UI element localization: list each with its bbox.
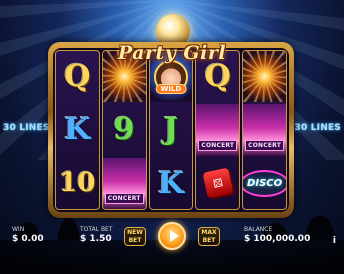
paylines-label-left: 30 LINES xyxy=(3,123,50,133)
concert-label: CONCERT xyxy=(104,192,144,204)
symbol-starburst xyxy=(243,51,286,103)
symbol-dice: ⚄ xyxy=(196,158,239,209)
balance-value: $ 100,000.00 xyxy=(244,234,311,244)
new-bet-button[interactable]: NEW BET xyxy=(124,227,146,246)
reel-1: Q K 10 xyxy=(55,50,100,210)
total-bet-value: $ 1.50 xyxy=(80,234,112,244)
balance-label: BALANCE xyxy=(244,226,273,233)
balance-display: BALANCE $ 100,000.00 xyxy=(244,226,310,244)
reel-grid: Q K 10 9 CONCERT WILD J K Q CONCERT ⚄ CO… xyxy=(53,48,289,212)
info-icon[interactable]: i xyxy=(333,236,336,246)
concert-label: CONCERT xyxy=(198,139,238,151)
symbol-q: Q xyxy=(64,59,91,95)
spin-button[interactable] xyxy=(158,222,186,250)
reel-3: WILD J K xyxy=(148,50,194,210)
concert-label: CONCERT xyxy=(245,139,285,151)
win-label: WIN xyxy=(12,226,25,233)
symbol-concert: CONCERT xyxy=(196,104,240,156)
symbol-k: K xyxy=(64,112,91,148)
max-bet-button[interactable]: MAX BET xyxy=(198,227,220,246)
symbol-j: J xyxy=(163,112,179,148)
symbol-k: K xyxy=(157,165,185,201)
win-display: WIN $ 0.00 xyxy=(12,226,44,244)
reel-2: 9 CONCERT xyxy=(101,50,147,210)
win-value: $ 0.00 xyxy=(12,234,44,244)
symbol-concert: CONCERT xyxy=(243,104,286,156)
reel-frame: Q K 10 9 CONCERT WILD J K Q CONCERT ⚄ CO… xyxy=(48,42,294,218)
reel-5: CONCERT DISCO xyxy=(242,50,287,210)
reel-4: Q CONCERT ⚄ xyxy=(195,50,241,210)
disco-sign-icon: DISCO xyxy=(243,169,286,197)
symbol-disco: DISCO xyxy=(243,158,286,209)
symbol-concert: CONCERT xyxy=(102,157,146,209)
wild-badge: WILD xyxy=(155,84,187,95)
total-bet-display: TOTAL BET $ 1.50 xyxy=(80,226,113,244)
symbol-10: 10 xyxy=(59,168,96,199)
dice-icon: ⚄ xyxy=(202,167,234,199)
game-title: Party Girl xyxy=(117,42,227,64)
total-bet-label: TOTAL BET xyxy=(80,226,113,233)
paylines-label-right: 30 LINES xyxy=(294,123,341,133)
symbol-9: 9 xyxy=(113,112,135,148)
